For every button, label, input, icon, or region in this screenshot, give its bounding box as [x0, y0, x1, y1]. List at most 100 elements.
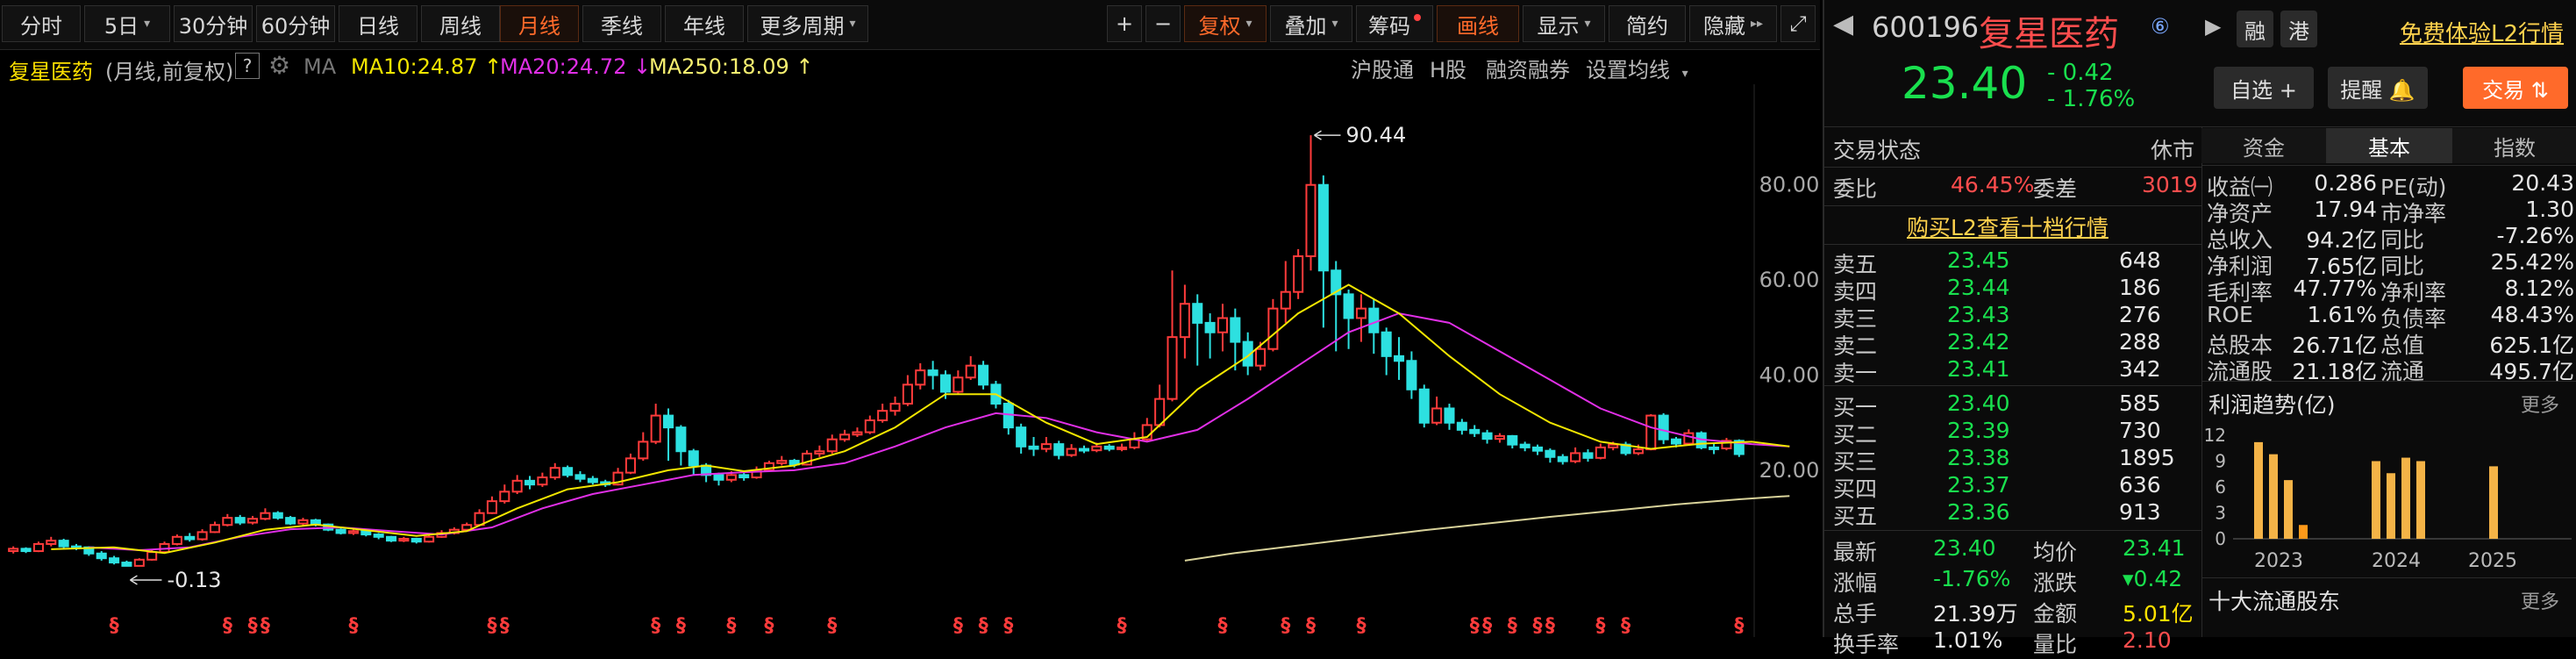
dividend-marker-icon[interactable]: §	[1470, 615, 1480, 637]
profit-bar[interactable]	[2299, 525, 2308, 539]
alert-button[interactable]: 提醒 🔔	[2328, 67, 2428, 109]
dividend-marker-icon[interactable]: §	[1482, 615, 1492, 637]
candle[interactable]	[650, 404, 661, 445]
candle[interactable]	[1204, 313, 1216, 359]
toolbar-period-1[interactable]: 5日 ▾	[84, 5, 170, 42]
dividend-marker-icon[interactable]: §	[1281, 615, 1290, 637]
candle[interactable]	[587, 476, 598, 485]
candle[interactable]	[285, 515, 296, 526]
candle[interactable]	[537, 472, 548, 487]
dividend-marker-icon[interactable]: §	[223, 615, 232, 637]
profit-more-link[interactable]: 更多	[2521, 390, 2559, 418]
candle[interactable]	[234, 514, 246, 526]
profit-bar[interactable]	[2387, 473, 2395, 539]
dividend-marker-icon[interactable]: §	[827, 615, 837, 637]
candle[interactable]	[1028, 436, 1039, 456]
profit-bar[interactable]	[2489, 466, 2498, 539]
candle[interactable]	[1444, 404, 1455, 430]
candle[interactable]	[864, 415, 875, 434]
candle[interactable]	[927, 361, 938, 390]
candle[interactable]	[1494, 433, 1505, 443]
candle[interactable]	[171, 534, 182, 546]
toolbar-period-4[interactable]: 日线	[339, 5, 417, 42]
candle[interactable]	[574, 471, 586, 483]
candle[interactable]	[386, 535, 397, 542]
candle[interactable]	[1167, 270, 1178, 402]
candle[interactable]	[1570, 447, 1581, 463]
ask-price[interactable]: 23.44	[1947, 275, 2010, 300]
toolbar-tool-3[interactable]: 叠加 ▾	[1270, 5, 1352, 42]
candle[interactable]	[826, 434, 838, 454]
candle[interactable]	[196, 529, 208, 541]
candle[interactable]	[1721, 438, 1732, 451]
candle[interactable]	[1381, 327, 1392, 376]
candle[interactable]	[1117, 443, 1128, 452]
toolbar-period-8[interactable]: 年线	[665, 5, 744, 42]
profit-bar[interactable]	[2254, 441, 2263, 539]
candle[interactable]	[624, 453, 636, 475]
candle[interactable]	[549, 462, 560, 480]
candle[interactable]	[1066, 444, 1077, 457]
toolbar-period-5[interactable]: 周线	[421, 5, 500, 42]
tab-1[interactable]: 基本	[2327, 128, 2452, 163]
dividend-marker-icon[interactable]: §	[1595, 615, 1605, 637]
buy-l2-link[interactable]: 购买L2查看十档行情	[1907, 211, 2109, 242]
bid-price[interactable]: 23.37	[1947, 472, 2010, 498]
tag-margin[interactable]: 融	[2237, 11, 2273, 47]
link-hshares[interactable]: H股	[1430, 53, 1466, 83]
candle[interactable]	[1456, 419, 1467, 435]
tab-2[interactable]: 指数	[2452, 128, 2576, 163]
candle[interactable]	[347, 529, 359, 535]
candle[interactable]	[335, 528, 346, 535]
profit-bar[interactable]	[2284, 480, 2293, 539]
candle[interactable]	[1595, 443, 1606, 460]
candle[interactable]	[247, 515, 259, 525]
candle[interactable]	[1078, 445, 1090, 454]
candle[interactable]	[1280, 261, 1291, 323]
trade-button[interactable]: 交易 ⇅	[2463, 67, 2568, 109]
profit-bar[interactable]	[2269, 454, 2278, 539]
candle[interactable]	[1481, 429, 1493, 444]
candle[interactable]	[1368, 298, 1380, 355]
candle[interactable]	[1179, 284, 1190, 359]
candle[interactable]	[159, 541, 170, 554]
candle[interactable]	[1507, 434, 1518, 448]
dividend-marker-icon[interactable]: §	[1508, 615, 1517, 637]
candle[interactable]	[1192, 294, 1203, 366]
candle[interactable]	[272, 511, 283, 520]
dividend-marker-icon[interactable]: §	[1356, 615, 1366, 637]
candle[interactable]	[96, 551, 107, 561]
dividend-marker-icon[interactable]: §	[764, 615, 774, 637]
candlestick-chart[interactable]: 20.0040.0060.0080.0090.44-0.13§ § § § § § § § § §…	[0, 84, 1820, 637]
dividend-marker-icon[interactable]: §	[260, 615, 270, 637]
toolbar-tool-6[interactable]: 显示 ▾	[1523, 5, 1605, 42]
dividend-marker-icon[interactable]: §	[651, 615, 660, 637]
toolbar-tool-0[interactable]: +	[1107, 5, 1142, 42]
toolbar-period-6[interactable]: 月线	[500, 5, 579, 42]
candle[interactable]	[776, 455, 788, 466]
profit-bar[interactable]	[2416, 461, 2425, 540]
dividend-marker-icon[interactable]: §	[1621, 615, 1631, 637]
toolbar-period-7[interactable]: 季线	[582, 5, 661, 42]
candle[interactable]	[1531, 444, 1544, 455]
tab-0[interactable]: 资金	[2201, 128, 2327, 163]
candle[interactable]	[1582, 449, 1594, 462]
bid-price[interactable]: 23.39	[1947, 418, 2010, 443]
candle[interactable]	[1217, 304, 1228, 352]
candle[interactable]	[1519, 441, 1531, 452]
candle[interactable]	[1557, 454, 1568, 465]
candle[interactable]	[524, 476, 536, 490]
candle[interactable]	[1040, 436, 1052, 453]
dividend-marker-icon[interactable]: §	[248, 615, 258, 637]
candle[interactable]	[1406, 351, 1417, 399]
candle[interactable]	[852, 427, 863, 437]
candle[interactable]	[1267, 298, 1279, 352]
candle[interactable]	[373, 533, 384, 540]
candle[interactable]	[20, 547, 32, 554]
dividend-marker-icon[interactable]: §	[348, 615, 358, 637]
tag-hk[interactable]: 港	[2280, 11, 2317, 47]
toolbar-period-2[interactable]: 30分钟	[174, 5, 253, 42]
candle[interactable]	[184, 533, 196, 542]
candle[interactable]	[1418, 384, 1430, 428]
ask-price[interactable]: 23.43	[1947, 302, 2010, 327]
